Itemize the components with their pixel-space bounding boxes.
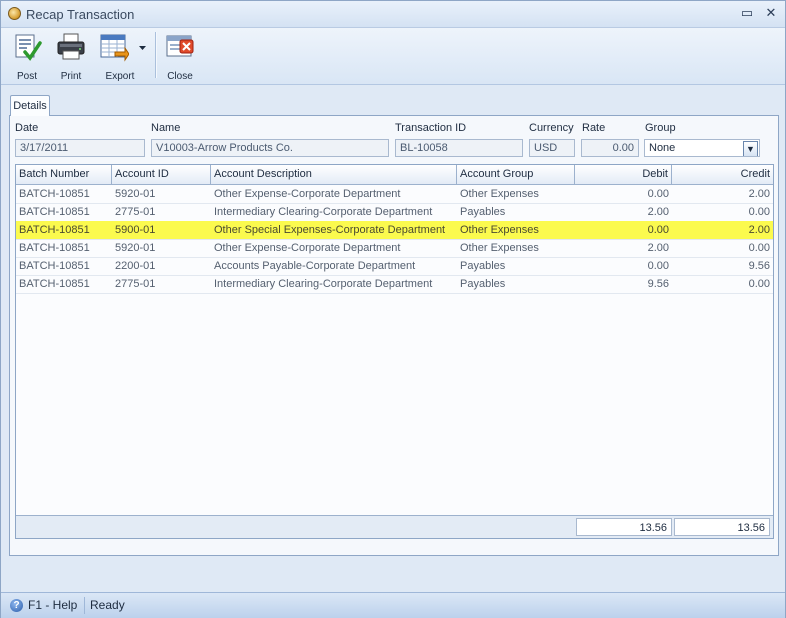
transaction-id-label: Transaction ID — [395, 122, 467, 134]
help-icon[interactable]: ? — [10, 599, 23, 612]
help-status[interactable]: F1 - Help — [28, 598, 77, 612]
cell-debit: 2.00 — [647, 206, 669, 218]
chevron-down-icon[interactable]: ▼ — [743, 141, 758, 156]
cell-debit: 2.00 — [647, 242, 669, 254]
cell-account-group: Other Expenses — [460, 242, 539, 254]
cell-account-description: Other Expense-Corporate Department — [214, 242, 401, 254]
cell-batch-number: BATCH-10851 — [19, 206, 90, 218]
column-debit[interactable]: Debit — [575, 165, 672, 184]
cell-account-group: Payables — [460, 278, 506, 290]
post-label: Post — [16, 71, 37, 82]
cell-credit: 0.00 — [748, 206, 770, 218]
toolbar-separator — [155, 32, 157, 78]
export-dropdown-icon[interactable] — [139, 46, 146, 51]
cell-batch-number: BATCH-10851 — [19, 224, 90, 236]
cell-batch-number: BATCH-10851 — [19, 260, 90, 272]
cell-account-description: Accounts Payable-Corporate Department — [214, 260, 416, 272]
cell-batch-number: BATCH-10851 — [19, 188, 90, 200]
cell-batch-number: BATCH-10851 — [19, 242, 90, 254]
cell-account-description: Other Special Expenses-Corporate Departm… — [214, 224, 446, 236]
currency-label: Currency — [529, 122, 574, 134]
cell-credit: 9.56 — [748, 260, 770, 272]
close-button[interactable]: Close — [161, 30, 199, 82]
title-bar: Recap Transaction ▭ ✕ — [1, 1, 785, 28]
name-label: Name — [151, 122, 181, 134]
column-credit[interactable]: Credit — [672, 165, 773, 184]
export-label: Export — [105, 71, 135, 82]
cell-account-id: 5920-01 — [115, 188, 156, 200]
table-row[interactable]: BATCH-10851 2775-01 Intermediary Clearin… — [16, 203, 773, 222]
cell-credit: 0.00 — [748, 242, 770, 254]
name-field[interactable]: V10003-Arrow Products Co. — [151, 139, 389, 157]
close-icon — [166, 35, 194, 57]
column-account-id[interactable]: Account ID — [112, 165, 211, 184]
minimize-button[interactable]: ▭ — [739, 5, 755, 21]
column-account-description[interactable]: Account Description — [211, 165, 457, 184]
total-debit: 13.56 — [576, 518, 672, 536]
grid-totals: 13.56 13.56 — [16, 515, 773, 538]
cell-account-id: 2775-01 — [115, 278, 156, 290]
cell-credit: 0.00 — [748, 278, 770, 290]
cell-account-id: 2200-01 — [115, 260, 156, 272]
cell-debit: 0.00 — [647, 224, 669, 236]
currency-field[interactable]: USD — [529, 139, 575, 157]
cell-account-description: Intermediary Clearing-Corporate Departme… — [214, 278, 433, 290]
table-row[interactable]: BATCH-10851 2775-01 Intermediary Clearin… — [16, 275, 773, 294]
close-window-button[interactable]: ✕ — [763, 5, 779, 21]
app-icon — [8, 7, 21, 20]
printer-icon — [57, 33, 85, 60]
table-row-highlighted[interactable]: BATCH-10851 5900-01 Other Special Expens… — [16, 221, 773, 240]
export-icon — [100, 34, 129, 62]
cell-debit: 0.00 — [647, 188, 669, 200]
column-batch-number[interactable]: Batch Number — [16, 165, 112, 184]
export-button[interactable]: Export — [97, 30, 149, 82]
recap-transaction-window: Recap Transaction ▭ ✕ Post Print Export … — [0, 0, 786, 618]
tab-details[interactable]: Details — [10, 95, 50, 116]
ready-status: Ready — [90, 598, 125, 612]
group-select-value: None — [649, 142, 676, 154]
transaction-id-field[interactable]: BL-10058 — [395, 139, 523, 157]
table-row[interactable]: BATCH-10851 5920-01 Other Expense-Corpor… — [16, 185, 773, 204]
cell-account-group: Payables — [460, 260, 506, 272]
print-button[interactable]: Print — [53, 30, 89, 82]
rate-field[interactable]: 0.00 — [581, 139, 639, 157]
post-button[interactable]: Post — [9, 30, 45, 82]
cell-account-group: Other Expenses — [460, 224, 539, 236]
grid-header: Batch Number Account ID Account Descript… — [16, 165, 773, 185]
cell-debit: 9.56 — [647, 278, 669, 290]
window-title: Recap Transaction — [26, 7, 135, 22]
total-credit: 13.56 — [674, 518, 770, 536]
table-row[interactable]: BATCH-10851 2200-01 Accounts Payable-Cor… — [16, 257, 773, 276]
close-label: Close — [167, 71, 193, 82]
cell-debit: 0.00 — [647, 260, 669, 272]
group-select[interactable]: None ▼ — [644, 139, 760, 157]
cell-credit: 2.00 — [748, 224, 770, 236]
cell-account-description: Intermediary Clearing-Corporate Departme… — [214, 206, 433, 218]
cell-batch-number: BATCH-10851 — [19, 278, 90, 290]
main-content: Details Date 3/17/2011 Name V10003-Arrow… — [9, 93, 779, 556]
cell-account-group: Payables — [460, 206, 506, 218]
cell-account-description: Other Expense-Corporate Department — [214, 188, 401, 200]
cell-account-id: 5900-01 — [115, 224, 156, 236]
toolbar: Post Print Export Close — [1, 28, 785, 85]
table-row[interactable]: BATCH-10851 5920-01 Other Expense-Corpor… — [16, 239, 773, 258]
cell-credit: 2.00 — [748, 188, 770, 200]
cell-account-id: 5920-01 — [115, 242, 156, 254]
status-bar: ? F1 - Help Ready — [1, 592, 785, 618]
cell-account-group: Other Expenses — [460, 188, 539, 200]
recap-grid: Batch Number Account ID Account Descript… — [15, 164, 774, 539]
group-label: Group — [645, 122, 676, 134]
print-label: Print — [60, 71, 82, 82]
status-separator — [84, 597, 85, 614]
column-account-group[interactable]: Account Group — [457, 165, 575, 184]
post-icon — [15, 34, 42, 61]
date-label: Date — [15, 122, 39, 134]
cell-account-id: 2775-01 — [115, 206, 156, 218]
rate-label: Rate — [582, 122, 606, 134]
date-field[interactable]: 3/17/2011 — [15, 139, 145, 157]
details-panel: Date 3/17/2011 Name V10003-Arrow Product… — [9, 115, 779, 556]
